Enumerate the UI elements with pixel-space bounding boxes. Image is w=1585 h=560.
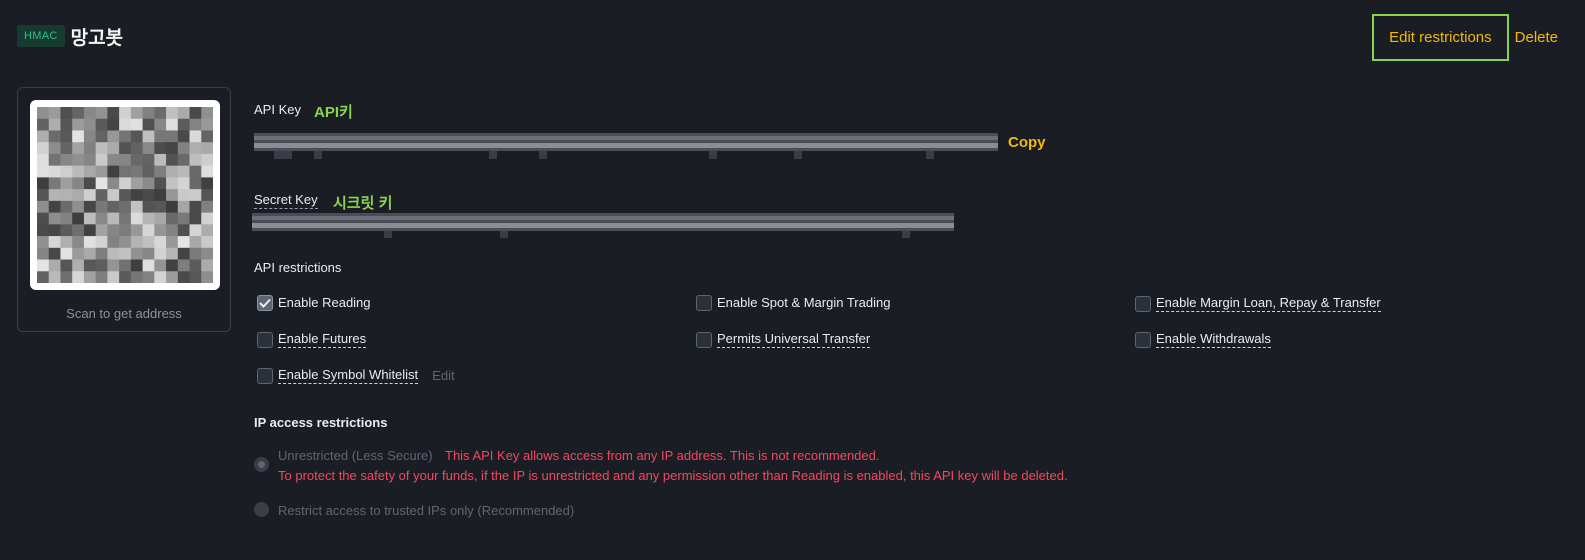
api-key-label: API Key xyxy=(254,102,301,117)
secret-key-value-redacted xyxy=(252,213,954,238)
qr-code-image xyxy=(37,107,213,283)
checkbox-label: Enable Spot & Margin Trading xyxy=(717,295,891,310)
hmac-badge: HMAC xyxy=(17,25,65,47)
checkbox-unchecked-icon[interactable] xyxy=(257,331,273,348)
ip-restrictions-title: IP access restrictions xyxy=(254,415,388,430)
secret-key-annotation: 시크릿 키 xyxy=(333,195,393,212)
checkbox-unchecked-icon[interactable] xyxy=(1135,295,1151,312)
api-key-name: 망고봇 xyxy=(70,27,124,49)
edit-restrictions-button[interactable]: Edit restrictions xyxy=(1372,14,1509,61)
checkbox-enable-spot-margin-trading[interactable]: Enable Spot & Margin Trading xyxy=(696,295,890,311)
checkbox-enable-margin-loan[interactable]: Enable Margin Loan, Repay & Transfer xyxy=(1135,295,1381,312)
radio-restricted-label: Restrict access to trusted IPs only (Rec… xyxy=(278,503,575,518)
qr-card: Scan to get address xyxy=(17,87,231,332)
checkbox-label: Enable Withdrawals xyxy=(1156,331,1271,348)
secret-key-label: Secret Key xyxy=(254,192,318,209)
checkbox-permits-universal-transfer[interactable]: Permits Universal Transfer xyxy=(696,331,871,348)
checkbox-label: Enable Futures xyxy=(278,331,367,348)
checkbox-label: Enable Symbol Whitelist xyxy=(278,367,419,384)
checkbox-unchecked-icon[interactable] xyxy=(696,295,712,311)
checkbox-enable-reading[interactable]: Enable Reading xyxy=(257,295,371,311)
checkbox-enable-symbol-whitelist[interactable]: Enable Symbol Whitelist Edit xyxy=(257,367,455,384)
api-key-header: HMAC 망고봇 xyxy=(17,18,123,54)
checkbox-label: Enable Margin Loan, Repay & Transfer xyxy=(1156,295,1381,312)
api-key-annotation: API키 xyxy=(314,104,353,121)
api-restrictions-title: API restrictions xyxy=(254,260,342,275)
api-key-value-redacted xyxy=(254,133,998,159)
checkbox-enable-futures[interactable]: Enable Futures xyxy=(257,331,367,348)
checkbox-unchecked-icon[interactable] xyxy=(696,331,712,348)
checkbox-label: Enable Reading xyxy=(278,295,371,310)
checkbox-enable-withdrawals[interactable]: Enable Withdrawals xyxy=(1135,331,1271,348)
ip-warning-line1: This API Key allows access from any IP a… xyxy=(445,448,880,463)
header-actions: Edit restrictions Delete xyxy=(1372,14,1558,61)
checkbox-unchecked-icon[interactable] xyxy=(257,367,273,384)
qr-caption: Scan to get address xyxy=(66,306,182,321)
radio-unrestricted-label: Unrestricted (Less Secure) xyxy=(278,448,433,463)
copy-api-key-button[interactable]: Copy xyxy=(1008,134,1046,151)
radio-unrestricted[interactable] xyxy=(254,457,269,472)
delete-button[interactable]: Delete xyxy=(1515,17,1558,58)
radio-restricted[interactable] xyxy=(254,502,269,517)
ip-warning-line2: To protect the safety of your funds, if … xyxy=(278,468,1068,483)
checkbox-label: Permits Universal Transfer xyxy=(717,331,871,348)
checkbox-checked-icon[interactable] xyxy=(257,295,273,311)
checkbox-unchecked-icon[interactable] xyxy=(1135,331,1151,348)
whitelist-edit-link[interactable]: Edit xyxy=(432,368,454,383)
qr-code xyxy=(30,100,220,290)
